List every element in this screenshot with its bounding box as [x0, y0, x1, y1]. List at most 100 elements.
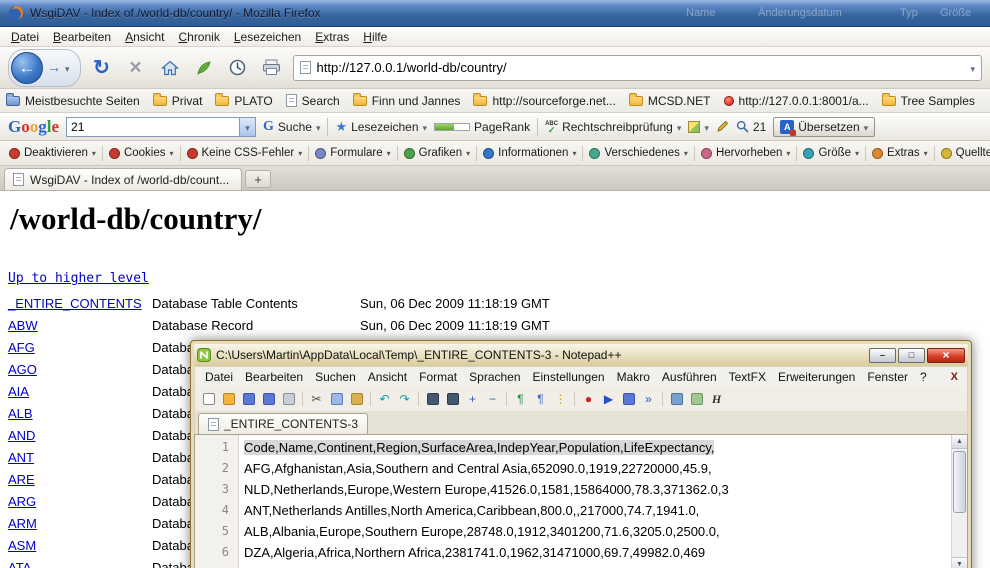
npp-menu-textfx[interactable]: TextFX — [723, 369, 772, 385]
file-link[interactable]: ARG — [8, 494, 36, 509]
up-to-higher-level-link[interactable]: Up to higher level — [8, 271, 149, 286]
menu-hilfe[interactable]: Hilfe — [356, 28, 394, 46]
minimize-button[interactable] — [869, 348, 896, 363]
zoom-in-icon[interactable]: + — [464, 391, 481, 408]
npp-menu-bearbeiten[interactable]: Bearbeiten — [239, 369, 309, 385]
word-wrap-icon[interactable]: ¶ — [512, 391, 529, 408]
npp-menu-[interactable]: ? — [914, 369, 933, 385]
google-search-dropdown[interactable] — [239, 118, 255, 136]
bookmark-plato[interactable]: PLATO — [215, 94, 272, 108]
paste-icon[interactable] — [348, 391, 365, 408]
google-suche-button[interactable]: Suche — [263, 119, 320, 135]
scroll-down-icon[interactable]: ▼ — [952, 557, 967, 568]
npp-menu-suchen[interactable]: Suchen — [309, 369, 362, 385]
devtool-informationen[interactable]: Informationen▾ — [480, 145, 579, 161]
devtool-keine-css-fehler[interactable]: Keine CSS-Fehler▾ — [184, 145, 306, 161]
maximize-button[interactable] — [898, 348, 925, 363]
history-button[interactable] — [225, 54, 251, 82]
zoom-out-icon[interactable]: − — [484, 391, 501, 408]
file-link[interactable]: ASM — [8, 538, 36, 553]
menu-lesezeichen[interactable]: Lesezeichen — [227, 28, 308, 46]
new-file-icon[interactable] — [200, 391, 217, 408]
file-link[interactable]: ARE — [8, 472, 35, 487]
scroll-up-icon[interactable]: ▲ — [952, 435, 967, 449]
pencil-button[interactable] — [716, 120, 729, 133]
forward-button[interactable] — [47, 59, 70, 77]
devtool-extras[interactable]: Extras▾ — [869, 145, 931, 161]
devtool-cookies[interactable]: Cookies▾ — [106, 145, 177, 161]
bookmark-meistbesuchte-seiten[interactable]: Meistbesuchte Seiten — [6, 94, 140, 108]
print-icon[interactable] — [280, 391, 297, 408]
pagerank-widget[interactable]: PageRank — [434, 120, 530, 134]
spellcheck-button[interactable]: Rechtschreibprüfung — [545, 120, 681, 134]
run-multiple-icon[interactable]: » — [640, 391, 657, 408]
doc-monitor-icon[interactable] — [668, 391, 685, 408]
line-number-gutter[interactable]: 123456 — [195, 435, 239, 568]
save-all-icon[interactable] — [260, 391, 277, 408]
menu-ansicht[interactable]: Ansicht — [118, 28, 171, 46]
file-link[interactable]: _ENTIRE_CONTENTS — [8, 296, 142, 311]
bookmark-http-127-0-0-1-8001-a[interactable]: http://127.0.0.1:8001/a... — [724, 94, 869, 108]
find-icon[interactable] — [424, 391, 441, 408]
file-link[interactable]: AGO — [8, 362, 37, 377]
google-search-input[interactable] — [67, 120, 239, 134]
find-replace-icon[interactable] — [444, 391, 461, 408]
autofill-button[interactable] — [688, 120, 709, 134]
devtool-quellte[interactable]: Quellte▾ — [938, 145, 990, 161]
reload-button[interactable] — [89, 54, 115, 82]
file-link[interactable]: ANT — [8, 450, 34, 465]
devtool-deaktivieren[interactable]: Deaktivieren▾ — [6, 145, 99, 161]
location-bar[interactable] — [293, 55, 982, 81]
file-link[interactable]: ALB — [8, 406, 33, 421]
vertical-scrollbar[interactable]: ▲ ▼ — [951, 435, 967, 568]
save-icon[interactable] — [240, 391, 257, 408]
copy-icon[interactable] — [328, 391, 345, 408]
html-preview-icon[interactable]: H — [708, 391, 725, 408]
notepad-titlebar[interactable]: C:\Users\Martin\AppData\Local\Temp\_ENTI… — [194, 344, 968, 366]
devtool-gr-e[interactable]: Größe▾ — [800, 145, 862, 161]
menu-chronik[interactable]: Chronik — [171, 28, 226, 46]
indent-guide-icon[interactable]: ⋮ — [552, 391, 569, 408]
cut-icon[interactable]: ✂ — [308, 391, 325, 408]
file-link[interactable]: ABW — [8, 318, 38, 333]
stop-button[interactable] — [123, 54, 149, 82]
doc-map-icon[interactable] — [688, 391, 705, 408]
devtool-grafiken[interactable]: Grafiken▾ — [401, 145, 473, 161]
bookmark-mcsd-net[interactable]: MCSD.NET — [629, 94, 711, 108]
history-dropdown-icon[interactable] — [65, 59, 70, 77]
menu-datei[interactable]: Datei — [4, 28, 46, 46]
uebersetzen-button[interactable]: Übersetzen — [773, 117, 875, 137]
devtool-formulare[interactable]: Formulare▾ — [312, 145, 393, 161]
npp-menu-erweiterungen[interactable]: Erweiterungen — [772, 369, 861, 385]
bookmark-finn-und-jannes[interactable]: Finn und Jannes — [353, 94, 461, 108]
play-macro-icon[interactable]: ▶ — [600, 391, 617, 408]
bookmark-search[interactable]: Search — [286, 94, 340, 108]
npp-menu-datei[interactable]: Datei — [199, 369, 239, 385]
file-link[interactable]: ATA — [8, 560, 31, 568]
sage-feed-button[interactable] — [191, 54, 217, 82]
file-link[interactable]: ARM — [8, 516, 37, 531]
close-document-button[interactable]: X — [951, 371, 963, 383]
document-tab[interactable]: _ENTIRE_CONTENTS-3 — [198, 413, 368, 434]
npp-menu-format[interactable]: Format — [413, 369, 463, 385]
npp-menu-einstellungen[interactable]: Einstellungen — [527, 369, 611, 385]
bookmark-privat[interactable]: Privat — [153, 94, 203, 108]
redo-icon[interactable]: ↷ — [396, 391, 413, 408]
scrollbar-thumb[interactable] — [953, 451, 966, 513]
show-all-chars-icon[interactable]: ¶ — [532, 391, 549, 408]
browser-tab[interactable]: WsgiDAV - Index of /world-db/count... — [4, 168, 242, 190]
devtool-hervorheben[interactable]: Hervorheben▾ — [698, 145, 794, 161]
npp-menu-makro[interactable]: Makro — [611, 369, 656, 385]
print-button[interactable] — [259, 54, 285, 82]
editor-area[interactable]: 123456 Code,Name,Continent,Region,Surfac… — [194, 434, 968, 568]
npp-menu-ausf-hren[interactable]: Ausführen — [656, 369, 723, 385]
undo-icon[interactable]: ↶ — [376, 391, 393, 408]
google-lesezeichen-button[interactable]: Lesezeichen — [335, 119, 427, 135]
npp-menu-sprachen[interactable]: Sprachen — [463, 369, 526, 385]
save-macro-icon[interactable] — [620, 391, 637, 408]
code-area[interactable]: Code,Name,Continent,Region,SurfaceArea,I… — [239, 435, 951, 568]
url-input[interactable] — [317, 60, 965, 75]
menu-extras[interactable]: Extras — [308, 28, 356, 46]
result-count[interactable]: 21 — [736, 120, 766, 134]
npp-menu-ansicht[interactable]: Ansicht — [362, 369, 413, 385]
